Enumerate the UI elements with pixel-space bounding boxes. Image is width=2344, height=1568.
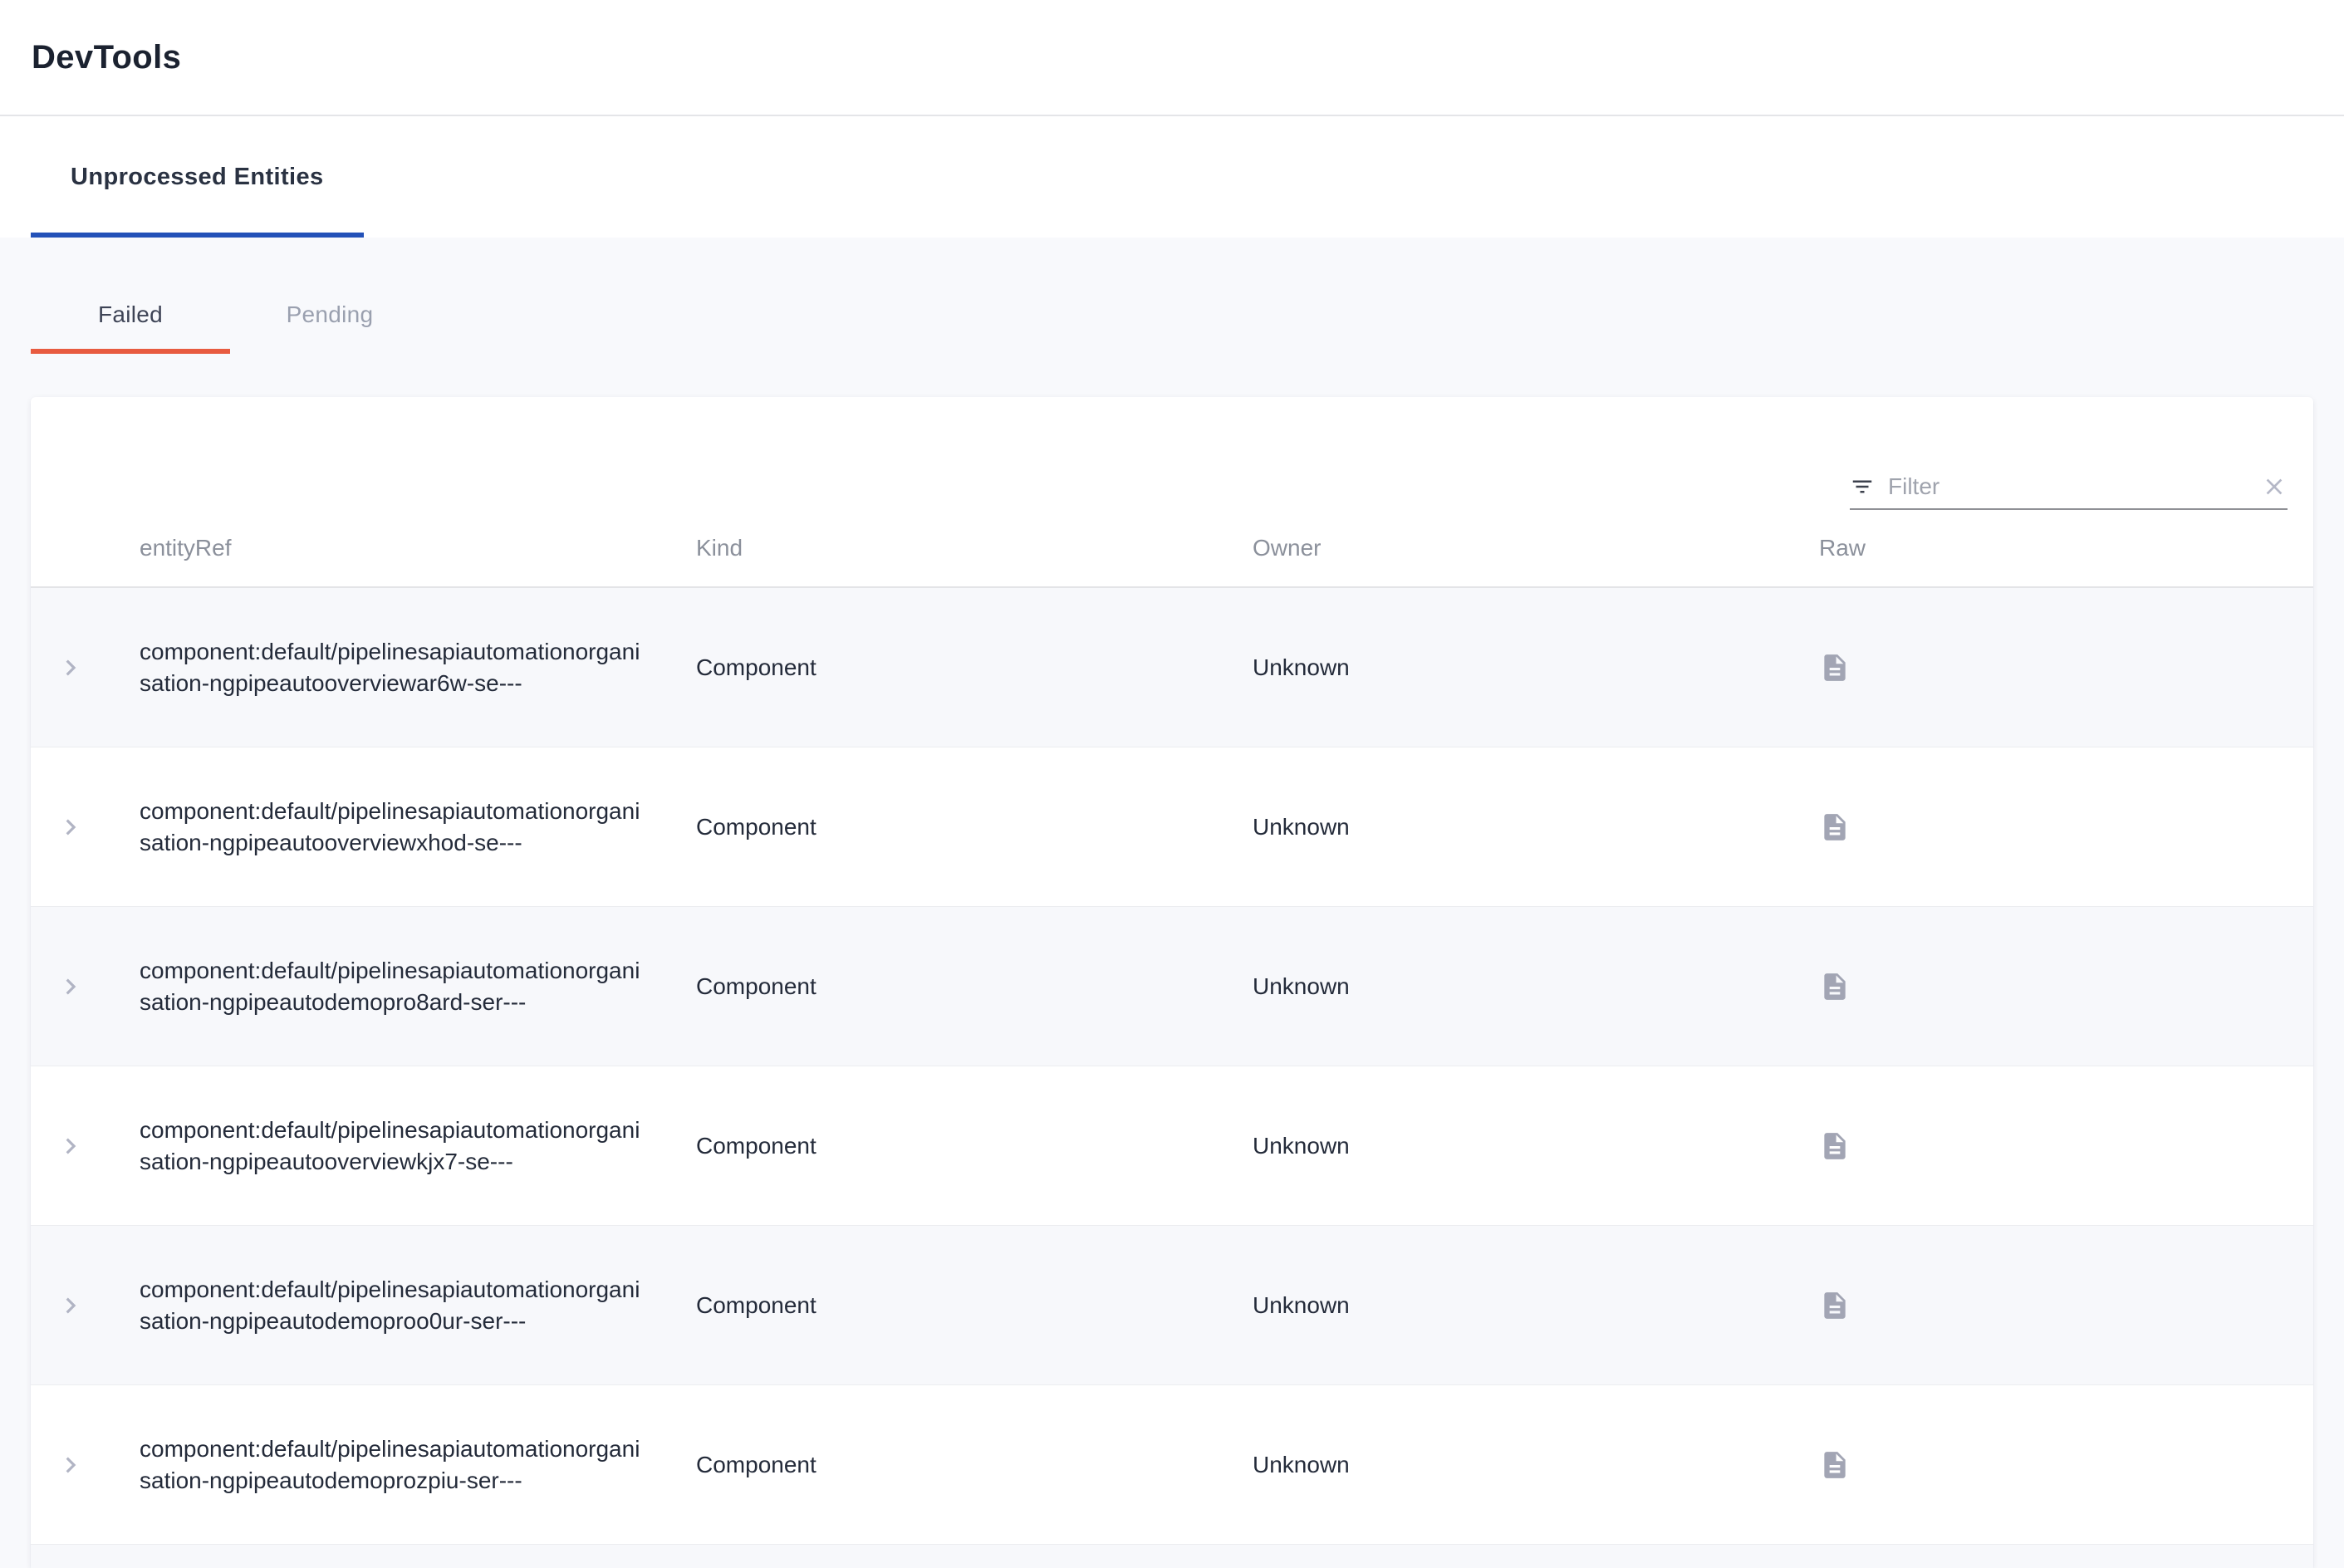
app-header: DevTools bbox=[0, 0, 2344, 116]
tab-pending[interactable]: Pending bbox=[230, 276, 429, 354]
entityref-cell: component:default/pipelinesapiautomation… bbox=[110, 636, 696, 699]
owner-cell: Unknown bbox=[1253, 654, 1819, 681]
table-header-row: entityRef Kind Owner Raw bbox=[31, 510, 2313, 588]
raw-entity-button[interactable] bbox=[1819, 809, 1851, 845]
sub-tab-bar: Failed Pending bbox=[31, 276, 2344, 354]
tab-unprocessed-entities[interactable]: Unprocessed Entities bbox=[31, 116, 364, 238]
owner-cell: Unknown bbox=[1253, 1133, 1819, 1159]
owner-cell: Unknown bbox=[1253, 1292, 1819, 1319]
entityref-cell: component:default/pipelinesapiautomation… bbox=[110, 955, 696, 1018]
content-section: Failed Pending en bbox=[0, 238, 2344, 1568]
tab-unprocessed-entities-label: Unprocessed Entities bbox=[71, 164, 324, 191]
raw-entity-button[interactable] bbox=[1819, 968, 1851, 1005]
filter-field bbox=[1850, 473, 2288, 510]
table-row: component:default/pipelinesapiautomation… bbox=[31, 1066, 2313, 1226]
document-icon bbox=[1819, 968, 1851, 1005]
kind-cell: Component bbox=[696, 1452, 1253, 1478]
entityref-cell: component:default/pipelinesapiautomation… bbox=[110, 796, 696, 859]
raw-entity-button[interactable] bbox=[1819, 1287, 1851, 1324]
active-sub-tab-indicator bbox=[31, 349, 230, 354]
expand-row-button[interactable] bbox=[55, 1290, 86, 1321]
table-toolbar bbox=[31, 397, 2313, 510]
raw-entity-button[interactable] bbox=[1819, 1447, 1851, 1483]
page-title: DevTools bbox=[32, 39, 181, 76]
expand-row-button[interactable] bbox=[55, 971, 86, 1002]
entityref-cell: component:default/pipelinesapiautomation… bbox=[110, 1433, 696, 1497]
kind-cell: Component bbox=[696, 973, 1253, 1000]
filter-list-icon bbox=[1850, 474, 1875, 499]
document-icon bbox=[1819, 649, 1851, 686]
chevron-right-icon bbox=[55, 1449, 86, 1481]
clear-filter-button[interactable] bbox=[2261, 473, 2288, 500]
entityref-cell: component:default/pipelinesapiautomation… bbox=[110, 1274, 696, 1337]
chevron-right-icon bbox=[55, 1290, 86, 1321]
column-header-owner: Owner bbox=[1253, 535, 1819, 561]
table-row: component:default/pipelinesapiautomation… bbox=[31, 588, 2313, 747]
document-icon bbox=[1819, 809, 1851, 845]
table-row: component:default/pipelinesapiautomation… bbox=[31, 1385, 2313, 1545]
expand-row-button[interactable] bbox=[55, 652, 86, 684]
owner-cell: Unknown bbox=[1253, 973, 1819, 1000]
chevron-right-icon bbox=[55, 811, 86, 843]
kind-cell: Component bbox=[696, 654, 1253, 681]
tab-pending-label: Pending bbox=[287, 301, 374, 328]
entityref-cell: component:default/pipelinesapiautomation… bbox=[110, 1115, 696, 1178]
chevron-right-icon bbox=[55, 971, 86, 1002]
entities-table-card: entityRef Kind Owner Raw component:defau… bbox=[31, 397, 2313, 1568]
document-icon bbox=[1819, 1447, 1851, 1483]
document-icon bbox=[1819, 1128, 1851, 1164]
table-row-partial bbox=[31, 1545, 2313, 1568]
raw-entity-button[interactable] bbox=[1819, 649, 1851, 686]
document-icon bbox=[1819, 1287, 1851, 1324]
tab-failed[interactable]: Failed bbox=[31, 276, 230, 354]
chevron-right-icon bbox=[55, 1130, 86, 1162]
filter-input[interactable] bbox=[1888, 473, 2248, 500]
kind-cell: Component bbox=[696, 1133, 1253, 1159]
table-row: component:default/pipelinesapiautomation… bbox=[31, 1226, 2313, 1385]
column-header-kind: Kind bbox=[696, 535, 1253, 561]
kind-cell: Component bbox=[696, 1292, 1253, 1319]
table-row: component:default/pipelinesapiautomation… bbox=[31, 907, 2313, 1066]
column-header-raw: Raw bbox=[1819, 535, 2313, 561]
owner-cell: Unknown bbox=[1253, 814, 1819, 840]
owner-cell: Unknown bbox=[1253, 1452, 1819, 1478]
tab-failed-label: Failed bbox=[98, 301, 163, 328]
kind-cell: Component bbox=[696, 814, 1253, 840]
table-row: component:default/pipelinesapiautomation… bbox=[31, 747, 2313, 907]
expand-row-button[interactable] bbox=[55, 1130, 86, 1162]
active-tab-indicator bbox=[31, 233, 364, 238]
raw-entity-button[interactable] bbox=[1819, 1128, 1851, 1164]
expand-row-button[interactable] bbox=[55, 1449, 86, 1481]
close-icon bbox=[2261, 473, 2288, 500]
chevron-right-icon bbox=[55, 652, 86, 684]
primary-tab-bar: Unprocessed Entities bbox=[0, 116, 2344, 238]
column-header-entityref: entityRef bbox=[110, 535, 696, 561]
expand-row-button[interactable] bbox=[55, 811, 86, 843]
